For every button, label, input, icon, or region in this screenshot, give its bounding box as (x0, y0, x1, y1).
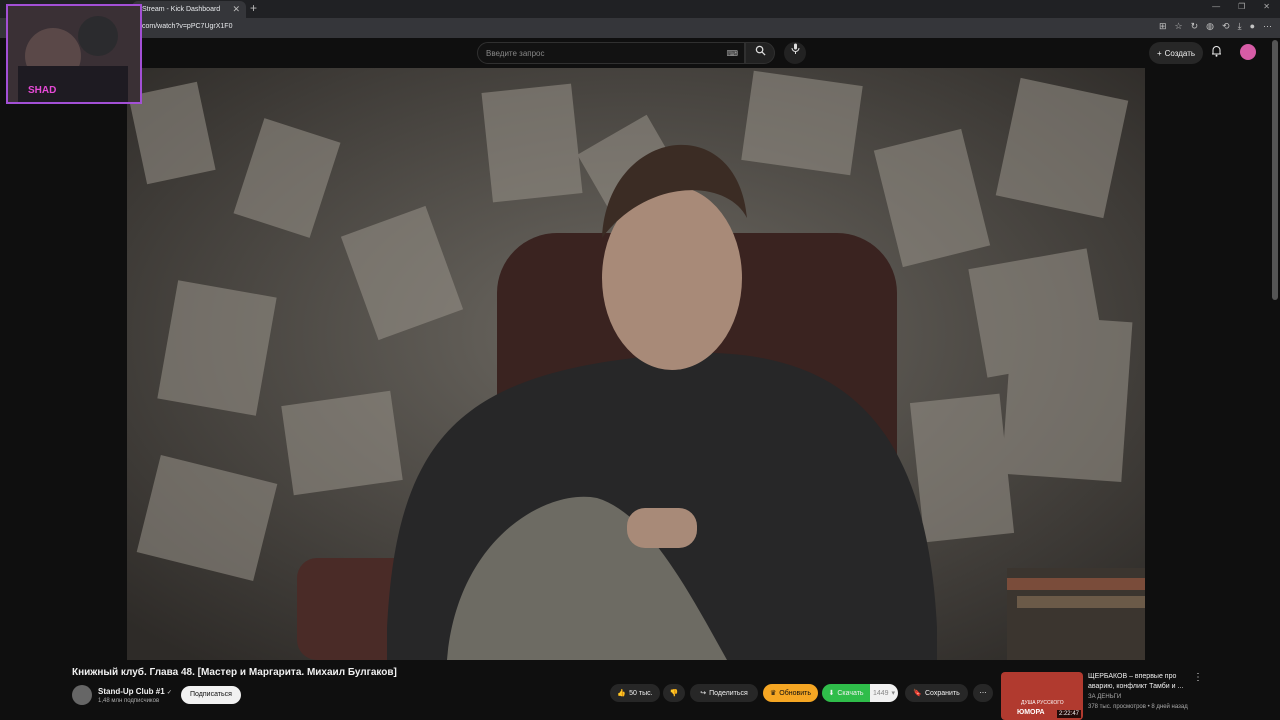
profile-icon[interactable]: ● (1250, 21, 1255, 32)
video-duration: 2:22:47 (1056, 710, 1081, 718)
browser-tab[interactable]: Stream - Kick Dashboard ✕ (132, 1, 246, 18)
channel-name-text: Stand-Up Club #1 (98, 687, 165, 696)
share-icon: ↪ (700, 690, 707, 697)
plus-icon: + (1156, 48, 1162, 58)
download-icon[interactable]: ⤓ (1238, 21, 1242, 32)
subscribe-button[interactable]: Подписаться (181, 686, 241, 704)
create-button[interactable]: + Создать (1149, 42, 1203, 64)
recommended-video-thumbnail[interactable]: ДУША РУССКОГО ЮМОРА 2:22:47 (1001, 672, 1083, 720)
thumbs-down-icon: 👎 (669, 690, 679, 697)
search-icon (755, 45, 766, 56)
video-frame (127, 68, 1145, 660)
video-title: Книжный клуб. Глава 48. [Мастер и Маргар… (72, 667, 397, 678)
update-button[interactable]: ♛ Обновить (763, 684, 818, 702)
recommended-channel[interactable]: ЗА ДЕНЬГИ (1088, 694, 1121, 700)
like-button[interactable]: 👍 50 тыс. (610, 684, 660, 702)
chevron-down-icon: ▾ (891, 690, 896, 697)
close-tab-icon[interactable]: ✕ (232, 4, 240, 15)
thumbs-up-icon: 👍 (617, 690, 627, 697)
keyboard-icon[interactable]: ⌨ (726, 49, 738, 58)
more-horizontal-icon: ⋯ (979, 690, 987, 697)
youtube-header: Введите запрос ⌨ + Создать (0, 38, 1280, 68)
more-vertical-icon[interactable]: ⋮ (1193, 672, 1203, 683)
url-field[interactable]: com/watch?v=pPC7UgrX1F0 (142, 23, 232, 30)
menu-icon[interactable]: ⋯ (1263, 21, 1272, 32)
page-scrollbar[interactable] (1272, 40, 1278, 300)
download-label: Скачать (837, 689, 864, 697)
restore-icon[interactable]: ❐ (1238, 2, 1245, 11)
thumb-text: ЮМОРА (1017, 709, 1045, 716)
install-icon[interactable]: ⊞ (1159, 21, 1167, 32)
save-label: Сохранить (924, 689, 960, 697)
bookmark-star-icon[interactable]: ☆ (1175, 21, 1183, 32)
address-bar: com/watch?v=pPC7UgrX1F0 ⊞ ☆ ↻ ◍ ⟲ ⤓ ● ⋯ (0, 18, 1280, 38)
download-button[interactable]: ⬇ Скачать (822, 684, 870, 702)
account-avatar[interactable] (1240, 44, 1256, 60)
create-label: Создать (1164, 48, 1196, 58)
channel-name[interactable]: Stand-Up Club #1 ✓ (98, 687, 172, 696)
window-controls: — ❐ ✕ (1212, 2, 1270, 11)
dislike-button[interactable]: 👎 (663, 684, 685, 702)
video-player[interactable] (127, 68, 1145, 660)
notifications-bell-icon[interactable] (1211, 45, 1222, 60)
search-placeholder: Введите запрос (486, 49, 545, 58)
history-icon[interactable]: ⟲ (1222, 21, 1230, 32)
search-button[interactable] (745, 42, 775, 64)
recommended-meta: 378 тыс. просмотров • 8 дней назад (1088, 704, 1188, 710)
thumb-text-top: ДУША РУССКОГО (1021, 700, 1064, 706)
channel-avatar[interactable] (72, 685, 92, 705)
microphone-icon (791, 43, 799, 54)
streamer-webcam-overlay: SHAD (6, 4, 142, 104)
minimize-icon[interactable]: — (1212, 2, 1220, 11)
download-quality-dropdown[interactable]: 1449 ▾ (870, 684, 898, 702)
voice-search-button[interactable] (784, 42, 806, 64)
refresh-icon[interactable]: ↻ (1191, 21, 1199, 32)
search-input[interactable]: Введите запрос ⌨ (477, 42, 745, 64)
crown-icon: ♛ (770, 690, 777, 697)
stream-tag: SHAD (28, 85, 57, 96)
download-arrow-icon: ⬇ (828, 690, 835, 697)
share-label: Поделиться (709, 689, 748, 697)
download-count: 1449 (872, 689, 889, 697)
close-window-icon[interactable]: ✕ (1263, 2, 1270, 11)
new-tab-icon[interactable]: + (250, 1, 257, 15)
update-label: Обновить (779, 689, 811, 697)
verified-icon: ✓ (166, 690, 172, 696)
extension-icon[interactable]: ◍ (1206, 21, 1214, 32)
share-button[interactable]: ↪ Поделиться (690, 684, 758, 702)
video-info-panel: Книжный клуб. Глава 48. [Мастер и Маргар… (0, 660, 1280, 720)
save-button[interactable]: 🔖 Сохранить (905, 684, 968, 702)
browser-toolbar: ⊞ ☆ ↻ ◍ ⟲ ⤓ ● ⋯ (1159, 21, 1272, 32)
recommended-video-title[interactable]: ЩЕРБАКОВ – впервые про аварию, конфликт … (1088, 672, 1188, 692)
more-actions-button[interactable]: ⋯ (973, 684, 993, 702)
subscriber-count: 1,48 млн подписчиков (98, 698, 160, 704)
like-count: 50 тыс. (629, 689, 653, 697)
tab-title: Stream - Kick Dashboard (142, 6, 221, 13)
browser-tabbar: Stream - Kick Dashboard ✕ + — ❐ ✕ (0, 0, 1280, 18)
bookmark-icon: 🔖 (913, 690, 922, 697)
